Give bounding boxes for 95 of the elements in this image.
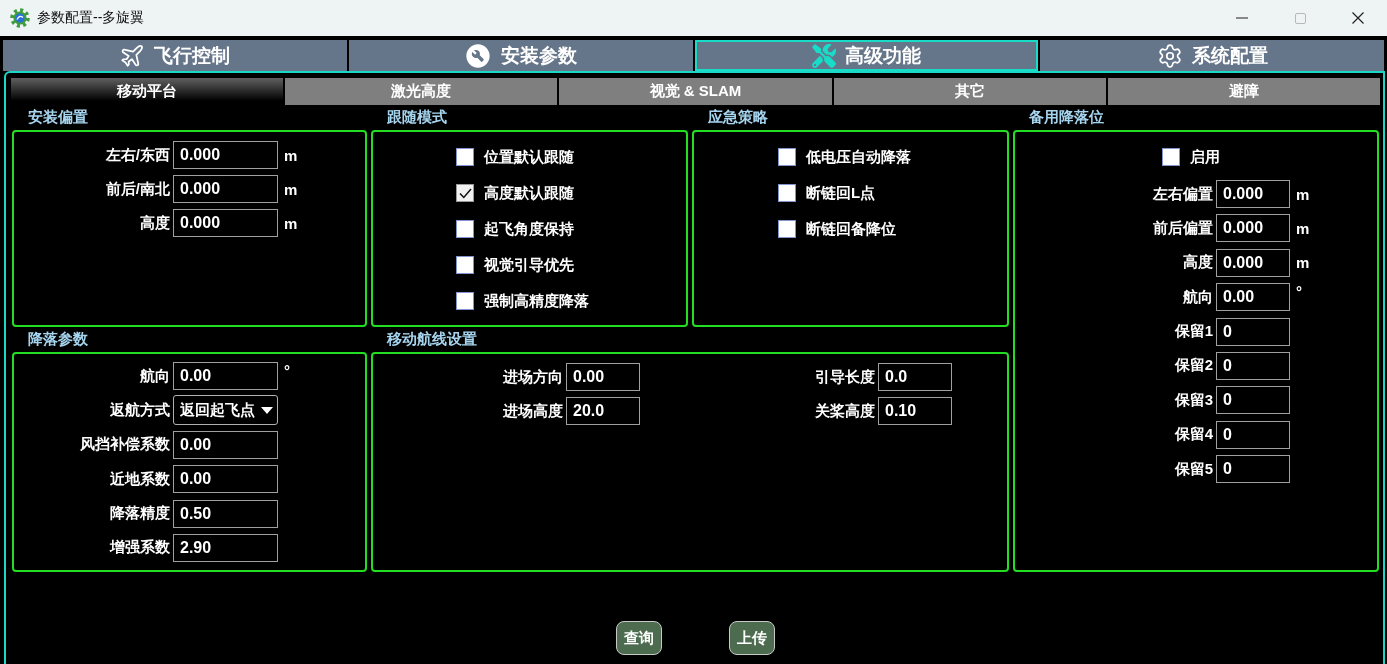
field-label: 降落精度 bbox=[110, 504, 170, 524]
text-field[interactable]: 20.0 bbox=[566, 397, 640, 425]
checkbox-label: 强制高精度降落 bbox=[484, 291, 589, 311]
text-field[interactable]: 0.50 bbox=[173, 499, 278, 528]
main-tab[interactable]: 高级功能 bbox=[694, 40, 1039, 71]
field-label: 关桨高度 bbox=[815, 401, 875, 421]
checkbox-label: 断链回备降位 bbox=[806, 219, 896, 239]
caret-icon bbox=[261, 406, 273, 414]
checkbox[interactable] bbox=[456, 292, 474, 310]
text-field[interactable]: 0.000 bbox=[1216, 180, 1290, 208]
sub-tab[interactable]: 避障 bbox=[1107, 78, 1380, 105]
text-field[interactable]: 0 bbox=[1216, 317, 1290, 346]
text-field[interactable]: 0.000 bbox=[1216, 248, 1290, 277]
checkbox[interactable] bbox=[456, 220, 474, 238]
main-tab[interactable]: 飞行控制 bbox=[3, 40, 347, 71]
text-field[interactable]: 0.00 bbox=[173, 362, 278, 390]
group-title: 跟随模式 bbox=[387, 108, 447, 127]
field-label: 增强系数 bbox=[110, 538, 170, 558]
gear-icon bbox=[10, 8, 30, 28]
text-field[interactable]: 0 bbox=[1216, 420, 1290, 449]
checkbox-label: 视觉引导优先 bbox=[484, 255, 574, 275]
field-label: 保留2 bbox=[1174, 356, 1213, 376]
field-label: 引导长度 bbox=[815, 367, 875, 387]
field-label: 左右/东西 bbox=[105, 145, 170, 165]
field-label: 高度 bbox=[1183, 253, 1213, 273]
field-label: 高度 bbox=[140, 213, 170, 233]
checkbox-label: 起飞角度保持 bbox=[484, 219, 574, 239]
field-label: 航向 bbox=[1183, 287, 1213, 307]
field-label: 航向 bbox=[140, 366, 170, 386]
checkbox[interactable] bbox=[456, 184, 474, 202]
wrench-screwdriver-icon bbox=[811, 43, 836, 68]
unit-label: m bbox=[1296, 219, 1310, 237]
group-title: 备用降落位 bbox=[1029, 108, 1104, 127]
field-label: 左右偏置 bbox=[1153, 184, 1213, 204]
sub-tab[interactable]: 激光高度 bbox=[285, 78, 558, 105]
unit-label: m bbox=[284, 214, 298, 232]
text-field[interactable]: 0.00 bbox=[173, 465, 278, 494]
checkbox-label: 位置默认跟随 bbox=[484, 147, 574, 167]
check-icon bbox=[458, 187, 472, 199]
field-label: 风挡补偿系数 bbox=[80, 435, 170, 455]
window-title: 参数配置--多旋翼 bbox=[37, 9, 145, 27]
checkbox[interactable] bbox=[1162, 148, 1180, 166]
text-field[interactable]: 0 bbox=[1216, 386, 1290, 415]
field-label: 保留4 bbox=[1174, 425, 1213, 445]
field-label: 保留1 bbox=[1174, 322, 1213, 342]
field-label: 进场方向 bbox=[503, 367, 563, 387]
text-field[interactable]: 0.000 bbox=[1216, 214, 1290, 243]
text-field[interactable]: 0 bbox=[1216, 455, 1290, 484]
field-label: 保留5 bbox=[1174, 459, 1213, 479]
text-field[interactable]: 0.00 bbox=[566, 363, 640, 391]
action-button[interactable]: 上传 bbox=[729, 621, 775, 655]
action-button[interactable]: 查询 bbox=[616, 621, 662, 655]
checkbox-label: 低电压自动降落 bbox=[806, 147, 911, 167]
main-tab[interactable]: 安装参数 bbox=[348, 40, 693, 71]
field-label: 返航方式 bbox=[110, 400, 170, 420]
text-field[interactable]: 0.000 bbox=[173, 141, 278, 169]
checkbox[interactable] bbox=[456, 148, 474, 166]
checkbox[interactable] bbox=[456, 256, 474, 274]
checkbox-label: 启用 bbox=[1190, 147, 1220, 167]
text-field[interactable]: 0.000 bbox=[173, 209, 278, 237]
text-field[interactable]: 0.10 bbox=[878, 397, 952, 425]
dropdown[interactable]: 返回起飞点 bbox=[173, 395, 278, 426]
text-field[interactable]: 0.00 bbox=[173, 430, 278, 459]
airplane-icon bbox=[119, 42, 146, 69]
text-field[interactable]: 0.0 bbox=[878, 363, 952, 391]
unit-label: ° bbox=[284, 362, 290, 379]
text-field[interactable]: 0.000 bbox=[173, 175, 278, 203]
wrench-icon bbox=[464, 41, 493, 70]
text-field[interactable]: 0 bbox=[1216, 351, 1290, 380]
sub-tab[interactable]: 其它 bbox=[833, 78, 1106, 105]
text-field[interactable]: 2.90 bbox=[173, 533, 278, 562]
checkbox[interactable] bbox=[778, 148, 796, 166]
group-title: 安装偏置 bbox=[28, 108, 88, 127]
field-label: 保留3 bbox=[1174, 390, 1213, 410]
unit-label: m bbox=[284, 146, 298, 164]
main-tab[interactable]: 系统配置 bbox=[1040, 40, 1384, 71]
text-field[interactable]: 0.00 bbox=[1216, 283, 1290, 312]
unit-label: m bbox=[1296, 254, 1310, 272]
field-label: 前后偏置 bbox=[1153, 218, 1213, 238]
gear-icon bbox=[1156, 42, 1183, 69]
checkbox-label: 断链回L点 bbox=[806, 183, 876, 203]
checkbox[interactable] bbox=[778, 184, 796, 202]
field-label: 前后/南北 bbox=[105, 179, 170, 199]
group-title: 应急策略 bbox=[708, 108, 768, 127]
close-icon[interactable] bbox=[1352, 12, 1364, 24]
sub-tab[interactable]: 视觉 & SLAM bbox=[559, 78, 832, 105]
checkbox-label: 高度默认跟随 bbox=[484, 183, 574, 203]
unit-label: m bbox=[1296, 185, 1310, 203]
checkbox[interactable] bbox=[778, 220, 796, 238]
unit-label: ° bbox=[1296, 283, 1302, 301]
field-label: 进场高度 bbox=[503, 401, 563, 421]
field-label: 近地系数 bbox=[110, 469, 170, 489]
unit-label: m bbox=[284, 180, 298, 198]
group-title: 移动航线设置 bbox=[387, 330, 477, 349]
group-title: 降落参数 bbox=[28, 330, 88, 349]
